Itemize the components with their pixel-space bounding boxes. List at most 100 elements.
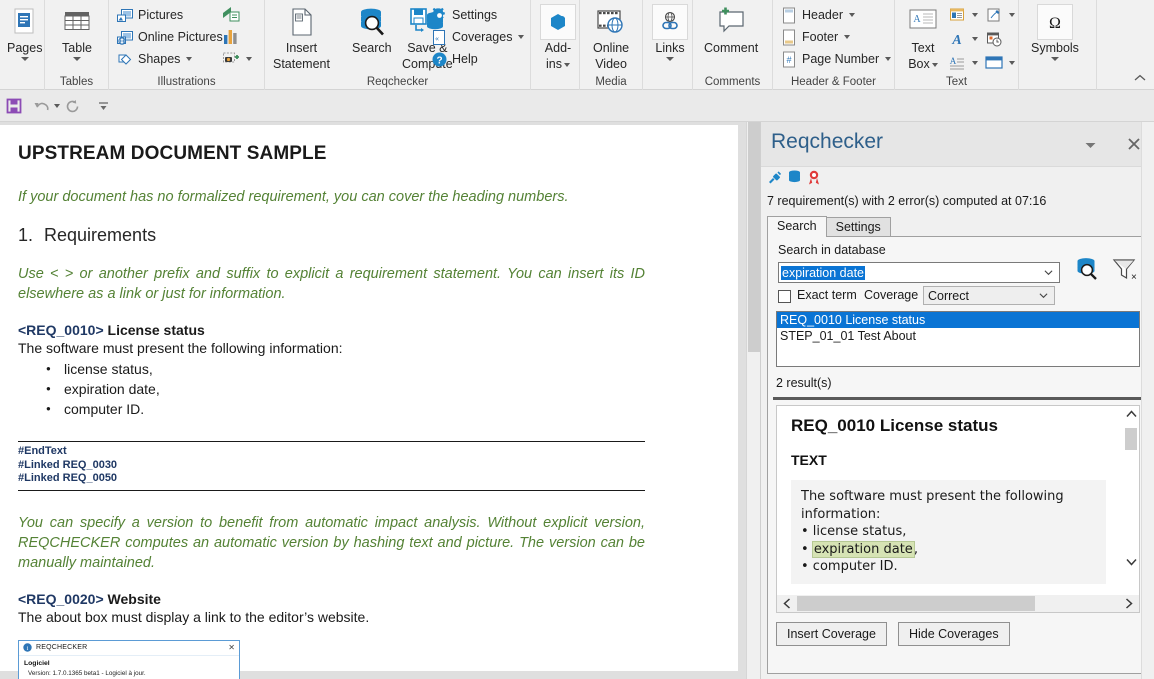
header-button[interactable]: Header xyxy=(780,4,855,26)
scroll-left-button[interactable] xyxy=(777,595,797,612)
insert-statement-button[interactable]: Insert Statement xyxy=(270,3,333,73)
settings-button[interactable]: Settings xyxy=(430,4,497,26)
search-results-list[interactable]: REQ_0010 License status STEP_01_01 Test … xyxy=(776,311,1140,367)
shapes-button[interactable]: Shapes xyxy=(116,48,193,70)
scroll-right-button[interactable] xyxy=(1119,595,1139,612)
shapes-dropdown-caret[interactable] xyxy=(186,57,193,61)
scroll-down-button[interactable] xyxy=(1123,554,1139,570)
document-vertical-scrollbar[interactable] xyxy=(746,122,760,679)
search-tab-panel: Search in database expiration date × Exa… xyxy=(767,236,1149,674)
tab-settings[interactable]: Settings xyxy=(825,217,891,237)
ribbon-group-tables: Table Tables xyxy=(45,0,109,90)
detail-scrollbar-thumb[interactable] xyxy=(1125,428,1137,450)
pages-button[interactable]: Pages xyxy=(4,3,45,63)
search-input[interactable]: expiration date xyxy=(778,262,1060,283)
list-item[interactable]: REQ_0010 License status xyxy=(777,312,1139,328)
screenshot-dropdown-caret[interactable] xyxy=(246,57,252,61)
insert-coverage-button[interactable]: Insert Coverage xyxy=(776,622,887,646)
links-button[interactable]: Links xyxy=(649,3,691,63)
requirement-0010-name: License status xyxy=(107,322,205,338)
svg-text:A: A xyxy=(913,14,921,25)
database-icon[interactable] xyxy=(788,170,801,190)
chart-button[interactable] xyxy=(222,26,240,48)
chevron-left-icon xyxy=(783,598,791,609)
save-button[interactable] xyxy=(3,95,25,117)
footer-icon xyxy=(780,28,798,46)
plug-icon[interactable] xyxy=(767,170,782,190)
chevron-down-icon[interactable] xyxy=(1039,291,1048,300)
footer-dropdown-caret[interactable] xyxy=(844,35,851,39)
addins-button[interactable]: Add- ins xyxy=(537,3,579,73)
save-icon xyxy=(6,98,22,114)
coverages-dropdown-caret[interactable] xyxy=(518,35,525,39)
coverages-button[interactable]: « Coverages xyxy=(430,26,525,48)
coverage-select[interactable]: Correct xyxy=(923,286,1055,305)
quick-parts-dropdown-caret[interactable] xyxy=(972,13,978,17)
scroll-up-button[interactable] xyxy=(1123,406,1139,422)
page-number-button[interactable]: # Page Number xyxy=(780,48,892,70)
customize-qat-button[interactable] xyxy=(92,95,114,117)
object-button[interactable] xyxy=(985,52,1015,74)
smartart-button[interactable] xyxy=(222,4,240,26)
table-dropdown-caret[interactable] xyxy=(73,57,81,61)
text-box-button[interactable]: A Text Box xyxy=(904,3,942,73)
list-item[interactable]: STEP_01_01 Test About xyxy=(777,328,1139,344)
clear-filter-button[interactable]: × xyxy=(1110,255,1140,285)
chevron-up-icon xyxy=(1125,410,1137,418)
search-button[interactable]: Search xyxy=(349,3,395,57)
detail-vertical-scrollbar[interactable] xyxy=(1123,406,1139,596)
object-dropdown-caret[interactable] xyxy=(1009,61,1015,65)
svg-text:«: « xyxy=(435,34,439,43)
chevron-down-icon[interactable] xyxy=(1044,268,1053,277)
chart-icon xyxy=(222,28,240,46)
undo-button[interactable] xyxy=(30,95,60,117)
document-page[interactable]: UPSTREAM DOCUMENT SAMPLE If your documen… xyxy=(0,125,738,679)
collapse-ribbon-button[interactable] xyxy=(1132,71,1148,85)
links-dropdown-caret[interactable] xyxy=(666,57,674,61)
tab-search[interactable]: Search xyxy=(767,216,827,237)
online-pictures-button[interactable]: Online Pictures xyxy=(116,26,223,48)
shapes-label: Shapes xyxy=(138,52,181,66)
database-search-button[interactable] xyxy=(1073,255,1103,285)
panel-vertical-scrollbar[interactable] xyxy=(1141,122,1154,679)
detail-horizontal-scrollbar[interactable] xyxy=(777,595,1139,612)
text-box-dropdown-caret[interactable] xyxy=(931,62,938,67)
illustrations-group-label: Illustrations xyxy=(157,76,216,88)
footer-button[interactable]: Footer xyxy=(780,26,851,48)
chevron-down-icon xyxy=(1085,142,1095,148)
undo-dropdown-caret[interactable] xyxy=(54,104,60,108)
detail-hscrollbar-thumb[interactable] xyxy=(797,596,1035,611)
insert-statement-label-2: Statement xyxy=(273,57,330,71)
addins-dropdown-caret[interactable] xyxy=(563,62,570,67)
quick-parts-button[interactable] xyxy=(948,4,978,26)
pictures-button[interactable]: Pictures xyxy=(116,4,183,26)
comment-button[interactable]: Comment xyxy=(701,3,761,57)
panel-menu-button[interactable] xyxy=(1081,136,1099,154)
wordart-dropdown-caret[interactable] xyxy=(972,37,978,41)
document-scrollbar-thumb[interactable] xyxy=(748,122,760,352)
drop-cap-dropdown-caret[interactable] xyxy=(972,61,978,65)
signature-line-button[interactable] xyxy=(985,4,1015,26)
requirement-metadata-block: #EndText #Linked REQ_0030 #Linked REQ_00… xyxy=(18,441,645,491)
table-button[interactable]: Table xyxy=(57,3,97,63)
help-button[interactable]: ? Help xyxy=(430,48,478,70)
symbols-button[interactable]: Ω Symbols xyxy=(1028,3,1082,63)
online-video-button[interactable]: Online Video xyxy=(590,3,632,73)
header-footer-group-label: Header & Footer xyxy=(790,76,876,88)
award-ribbon-icon[interactable] xyxy=(807,170,821,190)
exact-term-checkbox[interactable] xyxy=(778,290,791,303)
hide-coverages-button[interactable]: Hide Coverages xyxy=(897,622,1010,646)
drop-cap-button[interactable]: A xyxy=(948,52,978,74)
document-comment-1: If your document has no formalized requi… xyxy=(18,189,569,205)
wordart-button[interactable]: A xyxy=(948,28,978,50)
page-number-dropdown-caret[interactable] xyxy=(885,57,892,61)
screenshot-button[interactable] xyxy=(222,48,252,70)
smartart-icon xyxy=(222,6,240,24)
signature-line-dropdown-caret[interactable] xyxy=(1009,13,1015,17)
symbols-dropdown-caret[interactable] xyxy=(1050,57,1059,61)
header-dropdown-caret[interactable] xyxy=(849,13,855,17)
pages-dropdown-caret[interactable] xyxy=(20,57,29,61)
document-comment-3: You can specify a version to benefit fro… xyxy=(18,514,645,571)
date-time-button[interactable] xyxy=(985,28,1003,50)
redo-button[interactable] xyxy=(62,95,84,117)
